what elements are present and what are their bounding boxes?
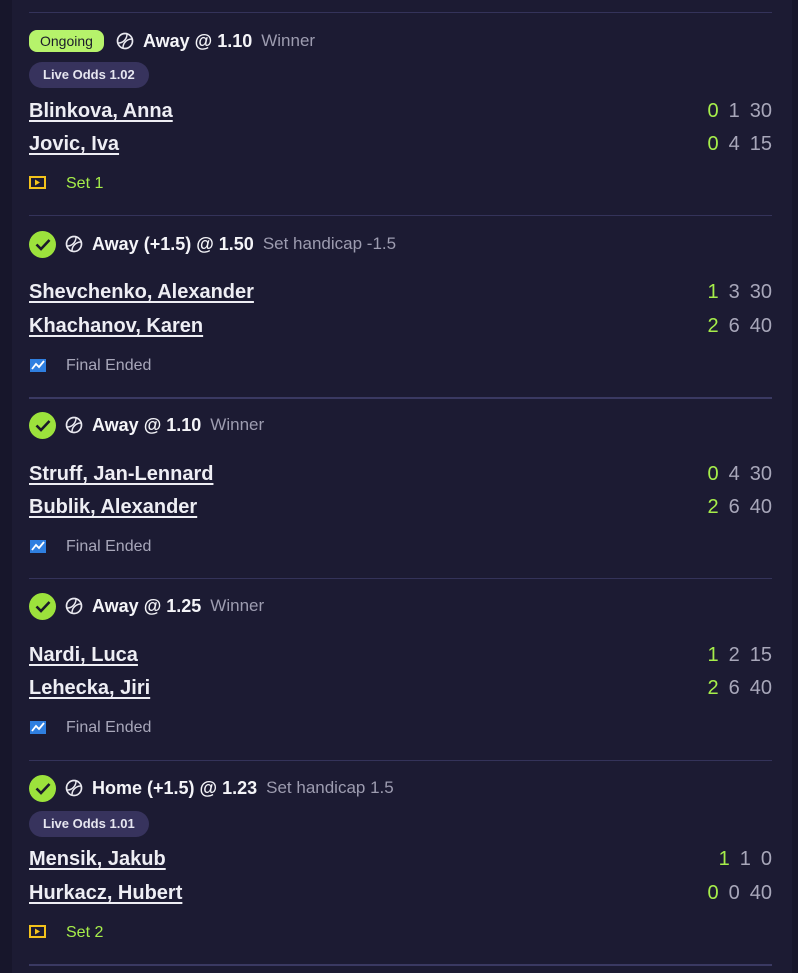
sets-score: 0	[707, 100, 719, 122]
score-home: 1 3 30	[708, 281, 773, 304]
games-score: 6	[728, 677, 740, 699]
sets-score: 0	[707, 133, 719, 155]
games-score: 1	[728, 100, 740, 122]
tennis-ball-icon	[65, 416, 83, 434]
games-score: 2	[728, 644, 740, 666]
check-icon	[29, 411, 56, 439]
live-set-icon	[29, 176, 49, 192]
tennis-ball-icon	[65, 597, 83, 615]
player-name-home[interactable]: Mensik, Jakub	[29, 848, 166, 871]
live-set-icon	[29, 925, 49, 941]
divider	[29, 578, 772, 579]
points-score: 40	[749, 315, 772, 337]
bet-header: Away (+1.5) @ 1.50 Set handicap -1.5	[29, 230, 396, 258]
points-score: 30	[749, 281, 772, 303]
tennis-ball-icon	[65, 235, 83, 253]
status-label: Final Ended	[66, 357, 152, 374]
games-score: 4	[728, 463, 740, 485]
points-score: 40	[749, 496, 772, 518]
games-score: 4	[728, 133, 740, 155]
bet-market: Winner	[261, 31, 316, 50]
points-score: 30	[749, 463, 772, 485]
points-score: 15	[749, 133, 772, 155]
score-home: 0 4 30	[708, 463, 773, 486]
games-score: 6	[728, 315, 740, 337]
bet-header: Ongoing Away @ 1.10 Winner	[29, 29, 315, 53]
games-score: 3	[728, 281, 740, 303]
bet-selection: Away @ 1.25	[92, 595, 202, 616]
player-name-away[interactable]: Khachanov, Karen	[29, 315, 203, 338]
check-icon	[29, 230, 56, 258]
divider	[29, 760, 772, 761]
score-away: 2 6 40	[708, 496, 773, 519]
divider	[29, 215, 772, 216]
status-label: Final Ended	[66, 538, 152, 555]
sets-score: 0	[707, 463, 719, 485]
match-status: Final Ended	[29, 357, 151, 375]
player-name-home[interactable]: Nardi, Luca	[29, 644, 138, 667]
points-score: 0	[760, 848, 772, 870]
chart-icon	[29, 539, 49, 555]
check-icon	[29, 592, 56, 620]
score-home: 1 2 15	[708, 644, 773, 667]
tennis-ball-icon	[65, 779, 83, 797]
player-name-home[interactable]: Shevchenko, Alexander	[29, 281, 254, 304]
sets-score: 2	[707, 315, 719, 337]
player-name-away[interactable]: Hurkacz, Hubert	[29, 882, 182, 905]
live-odds-badge: Live Odds 1.01	[29, 811, 149, 837]
player-name-away[interactable]: Lehecka, Jiri	[29, 677, 150, 700]
match-status: Set 2	[29, 924, 103, 942]
score-away: 0 4 15	[708, 133, 773, 156]
chart-icon	[29, 720, 49, 736]
bet-selection: Away @ 1.10	[142, 30, 253, 51]
live-odds-badge: Live Odds 1.02	[29, 62, 149, 88]
bet-market: Winner	[210, 596, 265, 615]
bet-selection: Home (+1.5) @ 1.23	[92, 777, 258, 798]
score-home: 0 1 30	[708, 100, 773, 123]
player-name-home[interactable]: Blinkova, Anna	[29, 100, 173, 123]
sets-score: 1	[718, 848, 730, 870]
bet-selection: Away @ 1.10	[92, 414, 202, 435]
games-score: 0	[728, 882, 740, 904]
sets-score: 0	[707, 882, 719, 904]
status-label: Final Ended	[66, 719, 152, 736]
sets-score: 1	[707, 281, 719, 303]
chart-icon	[29, 358, 49, 374]
score-away: 0 0 40	[708, 882, 773, 905]
player-name-away[interactable]: Bublik, Alexander	[29, 496, 197, 519]
sets-score: 2	[707, 496, 719, 518]
divider	[29, 397, 772, 399]
match-status: Final Ended	[29, 538, 151, 556]
sets-score: 2	[707, 677, 719, 699]
match-status: Set 1	[29, 175, 103, 193]
player-name-away[interactable]: Jovic, Iva	[29, 133, 119, 156]
bet-header: Away @ 1.10 Winner	[29, 411, 264, 439]
status-label: Set 1	[66, 175, 104, 192]
divider	[29, 964, 772, 966]
score-away: 2 6 40	[708, 677, 773, 700]
bet-header: Home (+1.5) @ 1.23 Set handicap 1.5	[29, 774, 394, 802]
player-name-home[interactable]: Struff, Jan-Lennard	[29, 463, 213, 486]
check-icon	[29, 774, 56, 802]
bet-market: Winner	[210, 415, 265, 434]
bet-market: Set handicap 1.5	[266, 778, 394, 797]
bet-header: Away @ 1.25 Winner	[29, 592, 264, 620]
tennis-ball-icon	[116, 32, 134, 50]
games-score: 1	[739, 848, 751, 870]
points-score: 40	[749, 882, 772, 904]
ongoing-badge: Ongoing	[29, 30, 104, 52]
bet-selection: Away (+1.5) @ 1.50	[92, 233, 254, 254]
sets-score: 1	[707, 644, 719, 666]
score-home: 1 1 0	[719, 848, 772, 871]
points-score: 30	[749, 100, 772, 122]
games-score: 6	[728, 496, 740, 518]
divider	[29, 12, 772, 13]
status-label: Set 2	[66, 924, 104, 941]
points-score: 15	[749, 644, 772, 666]
score-away: 2 6 40	[708, 315, 773, 338]
points-score: 40	[749, 677, 772, 699]
match-status: Final Ended	[29, 719, 151, 737]
bet-market: Set handicap -1.5	[262, 234, 397, 253]
